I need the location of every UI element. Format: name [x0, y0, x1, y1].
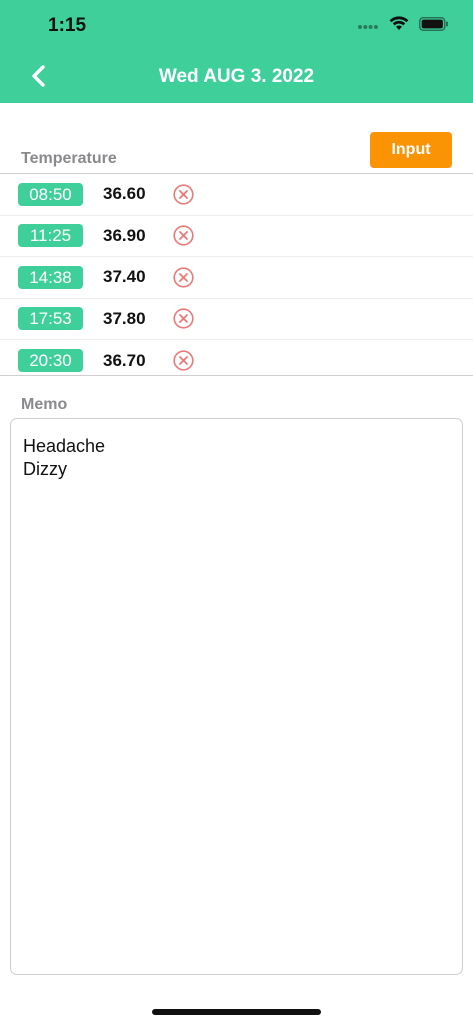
time-badge: 11:25 [18, 224, 83, 248]
signal-dots-icon [357, 17, 379, 35]
delete-reading-button[interactable] [173, 308, 194, 329]
status-time: 1:15 [48, 15, 87, 36]
close-circle-icon [173, 308, 194, 329]
temperature-value: 37.80 [103, 308, 146, 328]
input-button[interactable]: Input [370, 132, 452, 168]
temperature-row: 08:50 36.60 [0, 174, 473, 216]
wifi-icon [389, 16, 409, 36]
time-badge: 14:38 [18, 265, 83, 289]
delete-reading-button[interactable] [173, 184, 194, 205]
temperature-row: 17:53 37.80 [0, 299, 473, 340]
close-circle-icon [173, 225, 194, 246]
temperature-value: 36.70 [103, 350, 146, 370]
home-indicator[interactable] [152, 1009, 321, 1015]
time-badge: 08:50 [18, 182, 83, 206]
status-icons [357, 16, 449, 36]
delete-reading-button[interactable] [173, 350, 194, 371]
delete-reading-button[interactable] [173, 225, 194, 246]
close-circle-icon [173, 184, 194, 205]
nav-title: Wed AUG 3. 2022 [158, 66, 315, 87]
temperature-list: 08:50 36.60 11:25 36.90 14:38 37.40 17:53 37.80… [0, 173, 473, 376]
screen: 1:15 Wed AUG 3. 2022 Temperature Input 0… [0, 0, 473, 1024]
temperature-label: Temperature [21, 150, 117, 167]
battery-icon [419, 16, 449, 36]
memo-label: Memo [21, 396, 68, 413]
memo-textarea[interactable]: Headache Dizzy [10, 418, 463, 975]
time-badge: 17:53 [18, 307, 83, 331]
time-badge: 20:30 [18, 349, 83, 373]
temperature-row: 11:25 36.90 [0, 216, 473, 257]
close-circle-icon [173, 350, 194, 371]
temperature-value: 37.40 [103, 267, 146, 287]
close-circle-icon [173, 267, 194, 288]
temperature-value: 36.90 [103, 225, 146, 245]
temperature-row: 20:30 36.70 [0, 340, 473, 375]
temperature-value: 36.60 [103, 184, 146, 204]
delete-reading-button[interactable] [173, 267, 194, 288]
header: 1:15 Wed AUG 3. 2022 [0, 0, 473, 103]
temperature-row: 14:38 37.40 [0, 257, 473, 299]
